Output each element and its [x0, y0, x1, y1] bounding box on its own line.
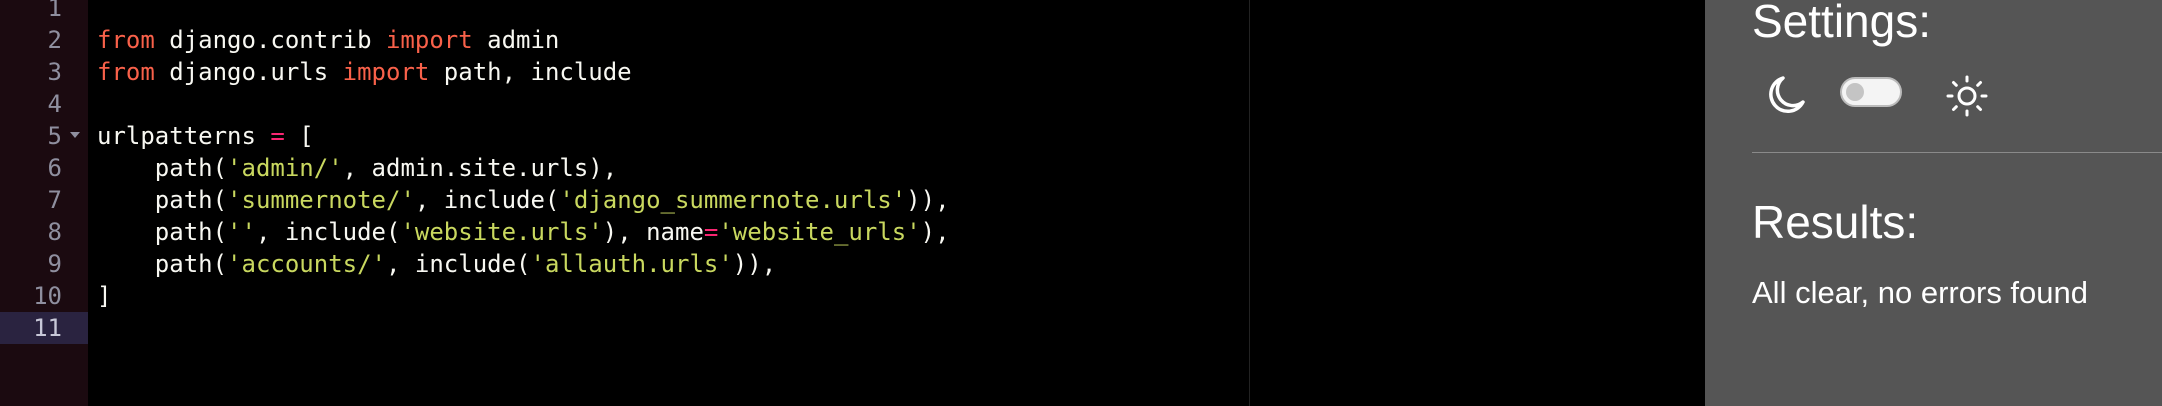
code-line[interactable]: 10] [0, 280, 1705, 312]
code-line[interactable]: 5 urlpatterns = [ [0, 120, 1705, 152]
keyword-token: import [385, 26, 473, 54]
line-number: 10 [33, 282, 62, 310]
operator-token: = [270, 122, 285, 150]
operator-token: = [703, 218, 719, 246]
line-number: 9 [47, 250, 62, 278]
code-token: path, include [429, 58, 632, 86]
code-token: django.urls [154, 58, 343, 86]
results-message: All clear, no errors found [1752, 275, 2089, 310]
code-token: urlpatterns [97, 122, 271, 150]
string-token: 'website.urls' [400, 218, 603, 246]
code-text: path('accounts/', include('allauth.urls'… [97, 248, 776, 280]
code-line[interactable]: 7 path('summernote/', include('django_su… [0, 184, 1705, 216]
code-token: , include( [414, 186, 560, 214]
code-token: , include( [255, 218, 401, 246]
keyword-token: from [97, 26, 155, 54]
code-line[interactable]: 4 [0, 88, 1705, 120]
line-number: 6 [47, 154, 62, 182]
string-token: 'allauth.urls' [530, 250, 733, 278]
line-number: 3 [47, 58, 62, 86]
code-token: path( [97, 154, 228, 182]
code-text: path('summernote/', include('django_summ… [97, 184, 950, 216]
code-token: ] [97, 282, 112, 310]
code-text: from django.urls import path, include [97, 56, 632, 88]
settings-heading: Settings: [1752, 0, 1931, 47]
fold-arrow-icon[interactable] [70, 132, 80, 138]
string-token: 'website_urls' [718, 218, 921, 246]
code-editor[interactable]: 1 2 from django.contrib import admin 3 from … [0, 0, 1705, 406]
moon-icon [1769, 76, 1805, 113]
code-text: path('', include('website.urls'), name='… [97, 216, 950, 248]
code-token: , include( [386, 250, 531, 278]
keyword-token: from [97, 58, 155, 86]
panel-divider [1752, 152, 2162, 153]
code-line[interactable]: 6 path('admin/', admin.site.urls), [0, 152, 1705, 184]
sun-icon [1946, 75, 1988, 117]
code-text: from django.contrib import admin [97, 24, 559, 56]
code-token: ), name [602, 218, 704, 246]
code-token: path( [97, 250, 228, 278]
theme-toggle[interactable] [1840, 77, 1902, 107]
line-number: 7 [47, 186, 62, 214]
code-text: ] [97, 280, 111, 312]
code-line[interactable]: 2 from django.contrib import admin [0, 24, 1705, 56]
code-line[interactable]: 1 [0, 0, 1705, 24]
code-token: django.contrib [154, 26, 386, 54]
code-token: ), [920, 218, 950, 246]
string-token: 'django_summernote.urls' [559, 186, 907, 214]
line-number: 4 [47, 90, 62, 118]
string-token: '' [227, 218, 256, 246]
line-number: 8 [47, 218, 62, 246]
line-number: 5 [47, 122, 62, 150]
code-token: path( [97, 218, 228, 246]
code-token: )), [906, 186, 950, 214]
string-token: 'admin/' [227, 154, 343, 182]
code-token: path( [97, 186, 228, 214]
code-text: urlpatterns = [ [97, 120, 314, 152]
code-token: , admin.site.urls), [342, 154, 618, 182]
keyword-token: import [342, 58, 430, 86]
side-panel: Settings: Results: All clear, no errors … [1705, 0, 2162, 406]
code-line[interactable]: 9 path('accounts/', include('allauth.url… [0, 248, 1705, 280]
toggle-knob [1846, 83, 1864, 101]
code-token: admin [472, 26, 560, 54]
string-token: 'summernote/' [227, 186, 415, 214]
line-number: 2 [47, 26, 62, 54]
line-number: 1 [47, 0, 62, 22]
results-heading: Results: [1752, 196, 1919, 248]
code-token: [ [284, 122, 314, 150]
code-text: path('admin/', admin.site.urls), [97, 152, 617, 184]
line-number: 11 [33, 314, 62, 342]
code-line[interactable]: 8 path('', include('website.urls'), name… [0, 216, 1705, 248]
code-token: )), [732, 250, 777, 278]
code-line[interactable]: 3 from django.urls import path, include [0, 56, 1705, 88]
string-token: 'accounts/' [227, 250, 386, 278]
code-line[interactable]: 11 [0, 312, 1705, 344]
